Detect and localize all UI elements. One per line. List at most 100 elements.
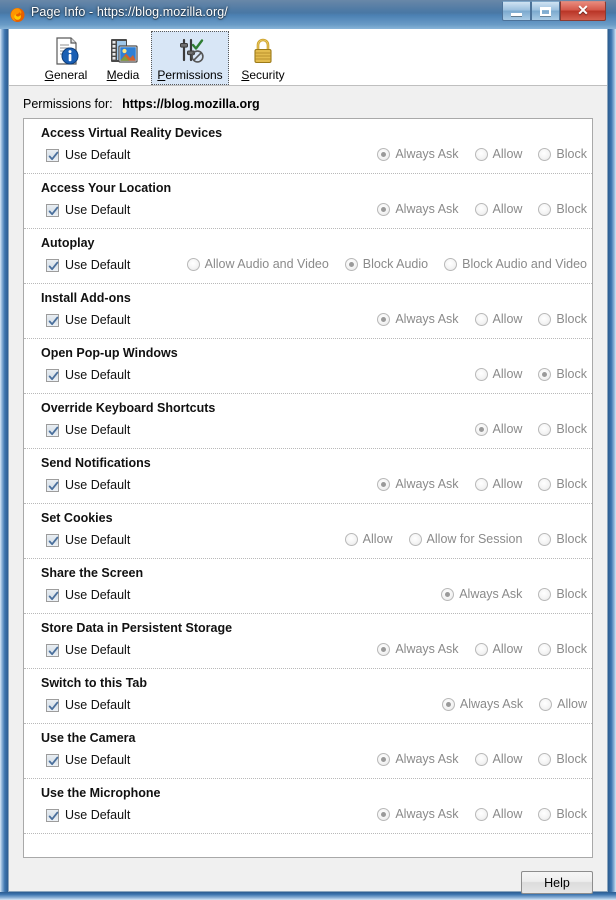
permission-row: Install Add-onsUse DefaultAlways AskAllo… bbox=[24, 284, 592, 339]
permission-title: Use the Camera bbox=[41, 731, 136, 745]
radio-option[interactable]: Always Ask bbox=[377, 202, 458, 216]
permission-row: Override Keyboard ShortcutsUse DefaultAl… bbox=[24, 394, 592, 449]
permission-row: Set CookiesUse DefaultAllowAllow for Ses… bbox=[24, 504, 592, 559]
close-button[interactable]: ✕ bbox=[560, 1, 606, 21]
radio-option[interactable]: Always Ask bbox=[377, 752, 458, 766]
help-button[interactable]: Help bbox=[521, 871, 593, 894]
radio-option[interactable]: Always Ask bbox=[377, 807, 458, 821]
use-default-checkbox[interactable]: Use Default bbox=[46, 808, 130, 822]
use-default-label: Use Default bbox=[65, 533, 130, 547]
radio-unselected-icon bbox=[538, 313, 551, 326]
radio-option[interactable]: Block bbox=[538, 477, 587, 491]
maximize-button[interactable] bbox=[531, 1, 560, 21]
radio-selected-icon bbox=[377, 148, 390, 161]
radio-option[interactable]: Allow bbox=[475, 477, 523, 491]
permission-row: Store Data in Persistent Storage Use Defa… bbox=[24, 614, 592, 669]
permission-title: Access Virtual Reality Devices bbox=[41, 126, 222, 140]
permission-options: Always Ask Allow Block bbox=[377, 642, 587, 656]
permission-title: Switch to this Tab bbox=[41, 676, 147, 690]
tab-media[interactable]: Media bbox=[99, 31, 147, 85]
permission-options: Always Ask Allow Block bbox=[377, 202, 587, 216]
radio-option[interactable]: Allow bbox=[475, 422, 523, 436]
radio-unselected-icon bbox=[538, 533, 551, 546]
radio-option-label: Allow bbox=[493, 477, 523, 491]
radio-option[interactable]: Allow bbox=[475, 642, 523, 656]
close-icon: ✕ bbox=[561, 2, 605, 20]
permission-title: Store Data in Persistent Storage bbox=[41, 621, 232, 635]
use-default-checkbox[interactable]: Use Default bbox=[46, 533, 130, 547]
radio-option[interactable]: Block bbox=[538, 752, 587, 766]
use-default-checkbox[interactable]: Use Default bbox=[46, 258, 130, 272]
use-default-checkbox[interactable]: Use Default bbox=[46, 148, 130, 162]
radio-unselected-icon bbox=[538, 643, 551, 656]
radio-option-label: Block bbox=[556, 202, 587, 216]
permissions-list[interactable]: Access Virtual Reality Devices Use Defaul… bbox=[23, 118, 593, 858]
use-default-checkbox[interactable]: Use Default bbox=[46, 478, 130, 492]
radio-unselected-icon bbox=[538, 753, 551, 766]
minimize-button[interactable] bbox=[502, 1, 531, 21]
radio-option[interactable]: Block bbox=[538, 202, 587, 216]
radio-option[interactable]: Block bbox=[538, 587, 587, 601]
radio-option[interactable]: Allow bbox=[475, 807, 523, 821]
radio-option[interactable]: Always Ask bbox=[377, 312, 458, 326]
use-default-checkbox[interactable]: Use Default bbox=[46, 203, 130, 217]
permission-options: Allow Allow for Session Block bbox=[345, 532, 587, 546]
radio-option[interactable]: Block bbox=[538, 312, 587, 326]
radio-option[interactable]: Allow bbox=[475, 202, 523, 216]
radio-option[interactable]: Allow bbox=[475, 367, 523, 381]
use-default-checkbox[interactable]: Use Default bbox=[46, 368, 130, 382]
radio-selected-icon bbox=[377, 203, 390, 216]
radio-option[interactable]: Block bbox=[538, 147, 587, 161]
radio-option[interactable]: Always Ask bbox=[377, 642, 458, 656]
radio-option[interactable]: Block bbox=[538, 367, 587, 381]
radio-option-label: Always Ask bbox=[395, 147, 458, 161]
radio-option[interactable]: Allow bbox=[475, 147, 523, 161]
document-info-icon bbox=[50, 35, 82, 67]
checkbox-icon bbox=[46, 699, 59, 712]
radio-unselected-icon bbox=[538, 808, 551, 821]
use-default-label: Use Default bbox=[65, 258, 130, 272]
radio-option[interactable]: Always Ask bbox=[377, 147, 458, 161]
checkbox-icon bbox=[46, 424, 59, 437]
radio-selected-icon bbox=[377, 753, 390, 766]
radio-option[interactable]: Allow Audio and Video bbox=[187, 257, 329, 271]
radio-option[interactable]: Allow bbox=[475, 312, 523, 326]
checkbox-icon bbox=[46, 149, 59, 162]
window-frame-right bbox=[608, 0, 616, 900]
radio-unselected-icon bbox=[475, 643, 488, 656]
use-default-checkbox[interactable]: Use Default bbox=[46, 753, 130, 767]
permission-options: Allow Block bbox=[475, 367, 587, 381]
permission-title: Use the Microphone bbox=[41, 786, 160, 800]
permission-title: Share the Screen bbox=[41, 566, 143, 580]
radio-option[interactable]: Always Ask bbox=[377, 477, 458, 491]
radio-option[interactable]: Allow bbox=[475, 752, 523, 766]
tab-security[interactable]: Security bbox=[234, 31, 292, 85]
checkbox-icon bbox=[46, 589, 59, 602]
tab-permissions[interactable]: Permissions bbox=[151, 31, 229, 85]
use-default-checkbox[interactable]: Use Default bbox=[46, 423, 130, 437]
radio-option[interactable]: Always Ask bbox=[442, 697, 523, 711]
radio-option[interactable]: Block bbox=[538, 642, 587, 656]
radio-option[interactable]: Block Audio bbox=[345, 257, 428, 271]
radio-option[interactable]: Allow for Session bbox=[409, 532, 523, 546]
permission-options: Always Ask Allow Block bbox=[377, 477, 587, 491]
title-bar[interactable]: Page Info - https://blog.mozilla.org/ ✕ bbox=[0, 0, 616, 29]
radio-option[interactable]: Block bbox=[538, 532, 587, 546]
permission-title: Autoplay bbox=[41, 236, 94, 250]
tab-general[interactable]: General bbox=[38, 31, 94, 85]
use-default-checkbox[interactable]: Use Default bbox=[46, 643, 130, 657]
radio-selected-icon bbox=[377, 643, 390, 656]
use-default-checkbox[interactable]: Use Default bbox=[46, 313, 130, 327]
checkbox-icon bbox=[46, 644, 59, 657]
radio-option[interactable]: Block bbox=[538, 422, 587, 436]
radio-option[interactable]: Block bbox=[538, 807, 587, 821]
radio-option[interactable]: Block Audio and Video bbox=[444, 257, 587, 271]
padlock-icon bbox=[247, 35, 279, 67]
radio-option[interactable]: Allow bbox=[539, 697, 587, 711]
radio-option[interactable]: Allow bbox=[345, 532, 393, 546]
use-default-checkbox[interactable]: Use Default bbox=[46, 588, 130, 602]
use-default-checkbox[interactable]: Use Default bbox=[46, 698, 130, 712]
use-default-label: Use Default bbox=[65, 753, 130, 767]
radio-option[interactable]: Always Ask bbox=[441, 587, 522, 601]
permission-row: Access Your LocationUse DefaultAlways As… bbox=[24, 174, 592, 229]
